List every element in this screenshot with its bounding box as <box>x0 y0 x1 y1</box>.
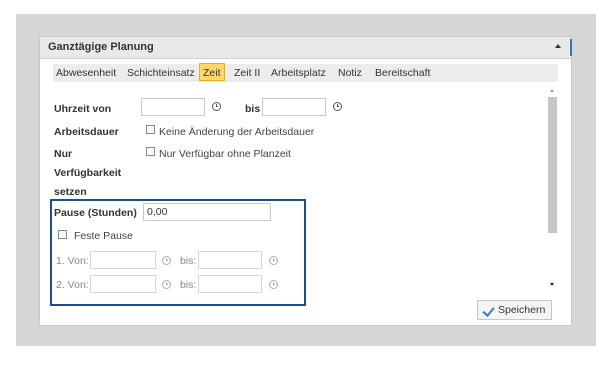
form-area: Uhrzeit von bis Arbeitsdauer Keine Änder… <box>40 37 571 325</box>
planning-panel: Ganztägige Planung Abwesenheit Schichtei… <box>39 36 572 326</box>
clock-icon[interactable] <box>162 280 171 289</box>
bis-input[interactable] <box>262 98 326 116</box>
clock-icon[interactable] <box>333 102 342 111</box>
verfuegbarkeit-label: Verfügbarkeit <box>54 167 122 179</box>
von2-input[interactable] <box>90 275 156 293</box>
nur-label: Nur <box>54 148 73 160</box>
pause-input[interactable]: 0,00 <box>143 203 271 221</box>
bis2-label: bis: <box>180 279 197 291</box>
clock-icon[interactable] <box>269 256 278 265</box>
nur-verfuegbar-checkbox[interactable] <box>146 147 155 156</box>
save-button-label: Speichern <box>498 304 546 316</box>
feste-pause-label: Feste Pause <box>74 230 133 242</box>
uhrzeit-von-input[interactable] <box>141 98 205 116</box>
scroll-up-arrow-icon[interactable] <box>550 89 554 92</box>
von2-label: 2. Von: <box>56 279 89 291</box>
arbeitsdauer-label: Arbeitsdauer <box>54 126 119 138</box>
vertical-scrollbar[interactable] <box>548 86 557 292</box>
bis-label: bis <box>245 103 261 115</box>
pause-label: Pause (Stunden) <box>54 207 137 219</box>
bis1-label: bis: <box>180 255 197 267</box>
bis2-input[interactable] <box>198 275 262 293</box>
clock-icon[interactable] <box>269 280 278 289</box>
clock-icon[interactable] <box>162 256 171 265</box>
scroll-down-arrow-icon[interactable] <box>550 283 554 286</box>
keine-aenderung-label: Keine Änderung der Arbeitsdauer <box>159 126 315 138</box>
setzen-label: setzen <box>54 186 87 198</box>
feste-pause-checkbox[interactable] <box>58 230 67 239</box>
nur-verfuegbar-label: Nur Verfügbar ohne Planzeit <box>159 148 291 160</box>
save-button[interactable]: Speichern <box>477 300 552 320</box>
scrollbar-thumb[interactable] <box>548 97 557 233</box>
keine-aenderung-checkbox[interactable] <box>146 125 155 134</box>
bis1-input[interactable] <box>198 251 262 269</box>
uhrzeit-von-label: Uhrzeit von <box>54 103 112 115</box>
checkmark-icon <box>482 304 495 317</box>
von1-input[interactable] <box>90 251 156 269</box>
von1-label: 1. Von: <box>56 255 89 267</box>
clock-icon[interactable] <box>212 102 221 111</box>
